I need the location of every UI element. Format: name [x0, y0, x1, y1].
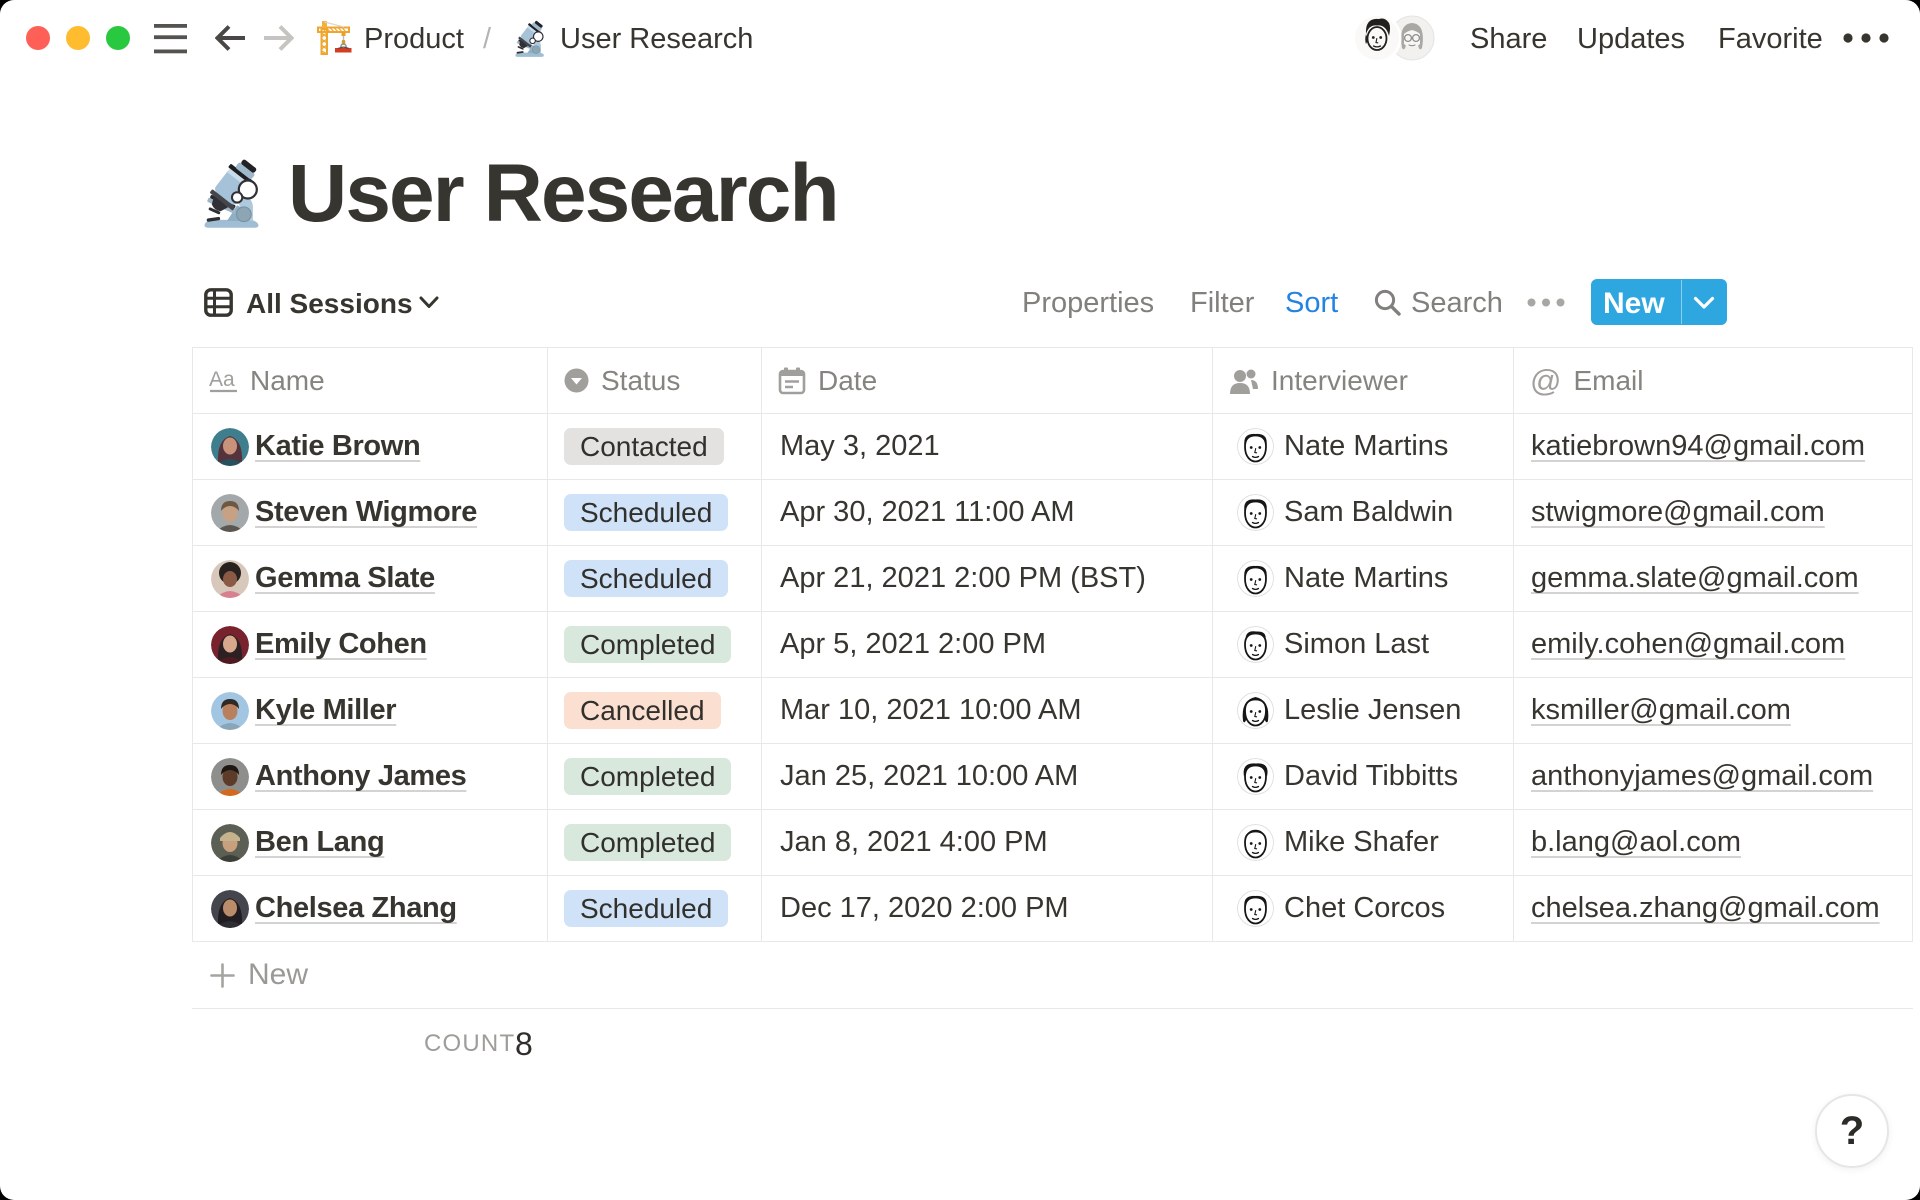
- svg-text:Aa: Aa: [209, 368, 235, 391]
